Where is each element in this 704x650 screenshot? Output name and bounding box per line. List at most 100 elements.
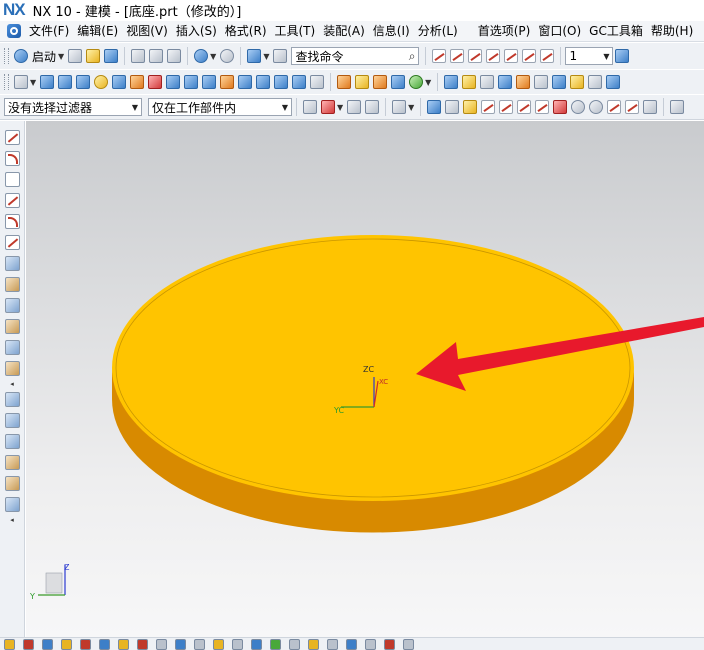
sketch-icon[interactable] [14,75,28,89]
polygon-icon[interactable] [4,214,20,229]
chamfer-icon[interactable] [355,75,370,89]
bottom-tool-icon[interactable] [270,639,281,650]
boss-icon[interactable] [166,75,181,89]
edge-blend-icon[interactable] [337,75,352,89]
mirror-icon[interactable] [444,75,459,89]
trim-curve-icon[interactable] [450,49,465,63]
pad-icon[interactable] [202,75,217,89]
view-triad[interactable]: Z Y [29,563,70,601]
bottom-tool-icon[interactable] [42,639,53,650]
bottom-tool-icon[interactable] [175,639,186,650]
menu-edit[interactable]: 编辑(E) [73,21,122,41]
cylinder-icon[interactable] [58,75,73,89]
tube-icon[interactable] [4,497,20,512]
grid-icon[interactable] [670,100,685,114]
sew-icon[interactable] [516,75,531,89]
pocket-icon[interactable] [184,75,199,89]
undo-dropdown-icon[interactable]: ▼ [210,52,216,61]
select-all-icon[interactable] [347,100,362,114]
draft-icon[interactable] [391,75,406,89]
arc-icon[interactable] [4,151,20,166]
pattern-feature-icon[interactable] [409,75,424,89]
slot-icon[interactable] [220,75,235,89]
n-sided-surface-icon[interactable] [4,413,20,428]
join-curve-icon[interactable] [540,49,555,63]
command-search-input[interactable]: 查找命令 ⌕ [291,47,420,65]
toolbar-grip[interactable] [4,48,9,64]
rectangle-select-icon[interactable] [392,100,407,114]
snap-arc-center-icon[interactable] [535,100,550,114]
extrude-icon[interactable] [112,75,127,89]
sphere-icon[interactable] [94,75,109,89]
menu-information[interactable]: 信息(I) [369,21,414,41]
selection-dropdown-icon[interactable]: ▼ [337,103,343,112]
bottom-tool-icon[interactable] [365,639,376,650]
redo-icon[interactable] [220,49,235,63]
layer-settings-icon[interactable] [615,49,630,63]
pattern-dropdown-icon[interactable]: ▼ [425,78,431,87]
menu-analysis[interactable]: 分析(L) [414,21,462,41]
start-button[interactable]: 启动 [32,48,56,65]
move-face-icon[interactable] [570,75,585,89]
menu-tools[interactable]: 工具(T) [271,21,320,41]
menu-insert[interactable]: 插入(S) [172,21,221,41]
trim-sheet-icon[interactable] [4,455,20,470]
line-icon[interactable] [4,130,20,145]
thicken-icon[interactable] [4,476,20,491]
bottom-tool-icon[interactable] [213,639,224,650]
selection-scope-select[interactable]: 仅在工作部件内 ▼ [148,98,292,116]
more-features-icon[interactable] [606,75,621,89]
menu-assembly[interactable]: 装配(A) [319,21,369,41]
menu-file[interactable]: 文件(F) [25,21,73,41]
type-filter-select[interactable]: 没有选择过滤器 ▼ [4,98,142,116]
bottom-tool-icon[interactable] [61,639,72,650]
bottom-tool-icon[interactable] [118,639,129,650]
offset-curve-icon[interactable] [486,49,501,63]
scale-body-icon[interactable] [588,75,603,89]
hole-icon[interactable] [148,75,163,89]
bottom-tool-icon[interactable] [403,639,414,650]
extract-geometry-icon[interactable] [4,277,20,292]
new-file-icon[interactable] [68,49,83,63]
layer-select[interactable]: 1 ▼ [565,47,614,65]
snap-control-point-icon[interactable] [499,100,514,114]
extend-curve-icon[interactable] [468,49,483,63]
toolbar-grip[interactable] [4,74,9,90]
bottom-tool-icon[interactable] [137,639,148,650]
bottom-tool-icon[interactable] [327,639,338,650]
bottom-tool-icon[interactable] [4,639,15,650]
subtract-icon[interactable] [274,75,289,89]
start-icon[interactable] [14,49,28,63]
snap-settings-icon[interactable] [445,100,460,114]
general-selection-icon[interactable] [303,100,317,114]
bottom-tool-icon[interactable] [80,639,91,650]
menu-format[interactable]: 格式(R) [221,21,271,41]
split-body-icon[interactable] [498,75,513,89]
touch-mode-icon[interactable] [273,49,288,63]
select-related-icon[interactable] [365,100,380,114]
trim-body-icon[interactable] [480,75,495,89]
sketch-dropdown-icon[interactable]: ▼ [30,78,36,87]
bottom-tool-icon[interactable] [289,639,300,650]
swept-icon[interactable] [4,361,20,376]
snap-existing-point-icon[interactable] [589,100,604,114]
shell-icon[interactable] [373,75,388,89]
rectangle-icon[interactable] [4,172,20,187]
snap-intersection-icon[interactable] [517,100,532,114]
snap-quadrant-icon[interactable] [553,100,568,114]
expand-toolbar-icon[interactable]: ◂ [10,380,14,388]
snap-midpoint-icon[interactable] [481,100,496,114]
cone-icon[interactable] [76,75,91,89]
snap-bounded-grid-icon[interactable] [625,100,640,114]
block-icon[interactable] [40,75,55,89]
unite-icon[interactable] [256,75,271,89]
bottom-tool-icon[interactable] [308,639,319,650]
offset-face-icon[interactable] [462,75,477,89]
start-dropdown-icon[interactable]: ▼ [58,52,64,61]
delete-body-icon[interactable] [534,75,549,89]
studio-surface-icon[interactable] [4,392,20,407]
snap-option-icon[interactable] [643,100,658,114]
groove-icon[interactable] [238,75,253,89]
bottom-tool-icon[interactable] [156,639,167,650]
expand-toolbar-icon[interactable]: ◂ [10,516,14,524]
